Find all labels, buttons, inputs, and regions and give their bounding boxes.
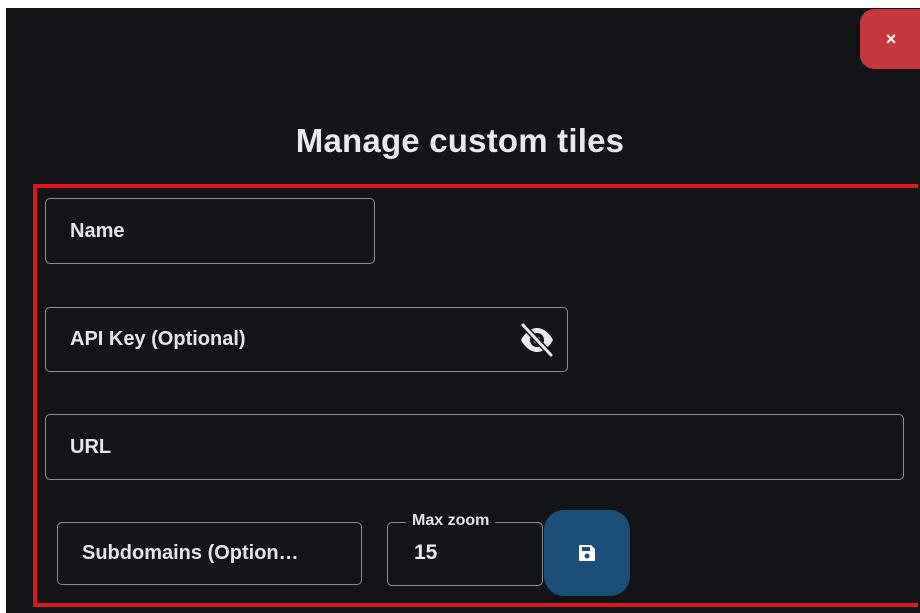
- max-zoom-value: 15: [414, 541, 438, 564]
- close-icon: ×: [885, 28, 897, 49]
- save-button[interactable]: [544, 510, 630, 596]
- api-key-placeholder: API Key (Optional): [70, 328, 246, 350]
- subdomains-input[interactable]: Subdomains (Option…: [57, 522, 362, 585]
- subdomains-placeholder: Subdomains (Option…: [82, 542, 299, 564]
- close-button[interactable]: ×: [860, 9, 920, 69]
- dialog-title: Manage custom tiles: [295, 122, 625, 159]
- max-zoom-input[interactable]: Max zoom 15: [387, 512, 543, 586]
- floppy-disk-icon: [579, 545, 595, 561]
- eye-slash-icon[interactable]: [517, 320, 557, 360]
- url-input[interactable]: URL: [45, 414, 904, 480]
- name-input[interactable]: Name: [45, 198, 375, 264]
- max-zoom-label: Max zoom: [406, 512, 496, 530]
- url-placeholder: URL: [70, 435, 112, 458]
- api-key-input[interactable]: API Key (Optional): [45, 307, 568, 372]
- name-placeholder: Name: [70, 219, 125, 242]
